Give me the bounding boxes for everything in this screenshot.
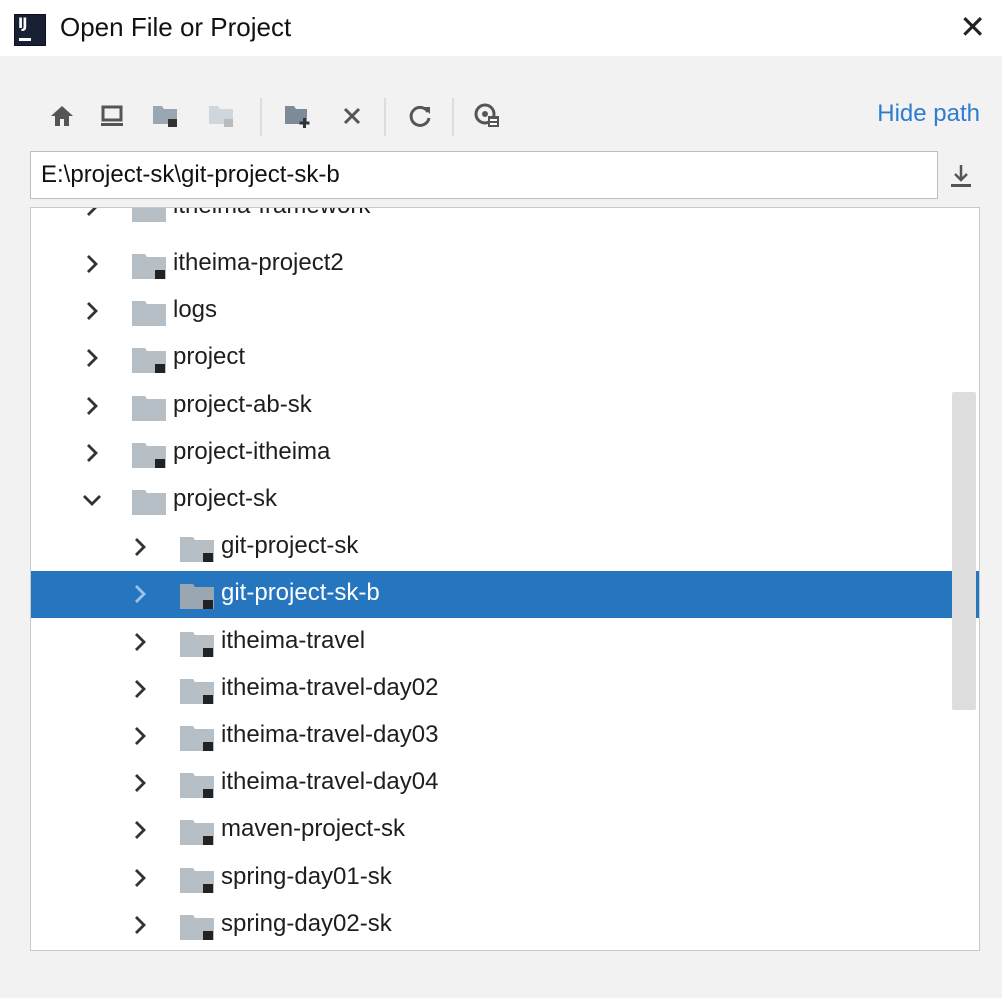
chevron-right-icon[interactable] xyxy=(129,772,151,794)
chevron-right-icon[interactable] xyxy=(81,347,103,369)
project-folder-icon xyxy=(180,820,214,846)
tree-item-label: git-project-sk xyxy=(221,532,359,560)
project-folder-icon xyxy=(180,631,214,657)
tree-item-label: project-ab-sk xyxy=(173,390,312,418)
chevron-right-icon[interactable] xyxy=(129,819,151,841)
tree-row-logs[interactable]: logs xyxy=(31,288,951,335)
module-folder-icon xyxy=(209,106,233,127)
chevron-right-icon[interactable] xyxy=(129,867,151,889)
tree-row-itheima-travel-day03[interactable]: itheima-travel-day03 xyxy=(31,713,951,760)
project-folder-icon xyxy=(132,348,166,374)
chevron-down-icon[interactable] xyxy=(81,489,103,511)
tree-row-spring-day02-sk[interactable]: spring-day02-sk xyxy=(31,902,951,949)
refresh-button[interactable] xyxy=(402,96,438,136)
tree-row-project-itheima[interactable]: project-itheima xyxy=(31,430,951,477)
tree-item-label: itheima-travel-day04 xyxy=(221,768,439,796)
tree-row-itheima-travel[interactable]: itheima-travel xyxy=(31,619,951,666)
tree-item-label: logs xyxy=(173,296,218,324)
tree-item-label: itheima-travel-day03 xyxy=(221,721,439,748)
home-button[interactable] xyxy=(44,96,80,136)
chevron-right-icon[interactable] xyxy=(81,253,103,275)
tree-row-itheima-project2[interactable]: itheima-project2 xyxy=(31,241,951,288)
desktop-icon xyxy=(101,105,123,126)
home-icon xyxy=(51,106,73,126)
tree-item-label: itheima-travel xyxy=(221,626,366,654)
tree-item-label: spring-day01-sk xyxy=(221,862,392,890)
chevron-right-icon[interactable] xyxy=(129,631,151,653)
show-hidden-icon xyxy=(474,103,499,127)
project-folder-icon xyxy=(180,537,214,563)
download-icon xyxy=(951,165,971,187)
delete-icon xyxy=(343,107,361,125)
project-folder-icon xyxy=(180,773,214,799)
desktop-button[interactable] xyxy=(94,96,130,136)
tree-item-label: git-project-sk-b xyxy=(221,579,380,607)
delete-button[interactable] xyxy=(334,96,370,136)
download-button[interactable] xyxy=(944,156,978,196)
tree-row-project[interactable]: project xyxy=(31,335,951,382)
project-folder-icon xyxy=(180,914,214,940)
intellij-logo-icon: IJ xyxy=(14,14,46,46)
project-folder-icon xyxy=(180,584,214,610)
toolbar-separator xyxy=(384,98,386,136)
tree-row-itheima-travel-day04[interactable]: itheima-travel-day04 xyxy=(31,760,951,807)
new-folder-icon xyxy=(285,106,310,128)
tree-item-label: maven-project-sk xyxy=(221,815,406,843)
tree-row-partial[interactable]: itheima-framework xyxy=(31,208,951,231)
project-directory-button[interactable] xyxy=(148,96,184,136)
folder-icon xyxy=(132,395,166,421)
project-folder-icon xyxy=(180,678,214,704)
toolbar-separator xyxy=(260,98,262,136)
tree-row-maven-project-sk[interactable]: maven-project-sk xyxy=(31,807,951,854)
tree-row-project-sk[interactable]: project-sk xyxy=(31,477,951,524)
hide-path-link[interactable]: Hide path xyxy=(877,100,980,128)
chevron-right-icon[interactable] xyxy=(129,914,151,936)
tree-item-label: itheima-travel-day02 xyxy=(221,673,439,701)
project-folder-icon xyxy=(180,726,214,751)
project-folder-icon xyxy=(132,254,166,279)
chevron-right-icon[interactable] xyxy=(81,395,103,417)
title-bar: IJ Open File or Project ✕ xyxy=(0,0,1002,56)
vertical-scrollbar[interactable] xyxy=(952,392,976,710)
tree-item-label: spring-day02-sk xyxy=(221,909,392,937)
tree-row-git-project-sk[interactable]: git-project-sk xyxy=(31,524,951,571)
chevron-right-icon[interactable] xyxy=(129,536,151,558)
close-icon[interactable]: ✕ xyxy=(959,8,986,46)
toolbar-separator xyxy=(452,98,454,136)
folder-icon xyxy=(132,208,166,222)
chevron-right-icon[interactable] xyxy=(129,678,151,700)
chevron-right-icon[interactable] xyxy=(129,725,151,747)
tree-item-label: itheima-framework xyxy=(173,208,370,220)
toolbar xyxy=(44,96,594,136)
tree-item-label: project-itheima xyxy=(173,437,331,465)
tree-row-git-project-sk-b[interactable]: git-project-sk-b xyxy=(31,571,979,619)
tree-item-label: project xyxy=(173,343,246,371)
tree-row-itheima-travel-day02[interactable]: itheima-travel-day02 xyxy=(31,666,951,713)
chevron-right-icon[interactable] xyxy=(81,300,103,322)
tree-item-label: itheima-project2 xyxy=(173,249,344,276)
new-folder-button[interactable] xyxy=(280,96,316,136)
module-directory-button[interactable] xyxy=(204,96,240,136)
folder-icon xyxy=(132,490,166,515)
chevron-right-icon[interactable] xyxy=(129,583,151,605)
project-folder-icon xyxy=(153,106,177,127)
show-hidden-button[interactable] xyxy=(470,96,506,136)
window-title: Open File or Project xyxy=(60,12,292,42)
refresh-icon xyxy=(409,105,431,127)
chevron-right-icon xyxy=(87,208,97,216)
path-input[interactable] xyxy=(30,151,938,199)
file-tree[interactable]: itheima-framework itheima-project2 logs pr… xyxy=(30,207,980,951)
tree-item-label: project-sk xyxy=(173,485,278,512)
folder-icon xyxy=(132,301,166,327)
chevron-right-icon[interactable] xyxy=(81,442,103,464)
project-folder-icon xyxy=(132,442,166,468)
tree-row-spring-day01-sk[interactable]: spring-day01-sk xyxy=(31,855,951,902)
project-folder-icon xyxy=(180,867,214,893)
tree-row-project-ab-sk[interactable]: project-ab-sk xyxy=(31,383,951,430)
